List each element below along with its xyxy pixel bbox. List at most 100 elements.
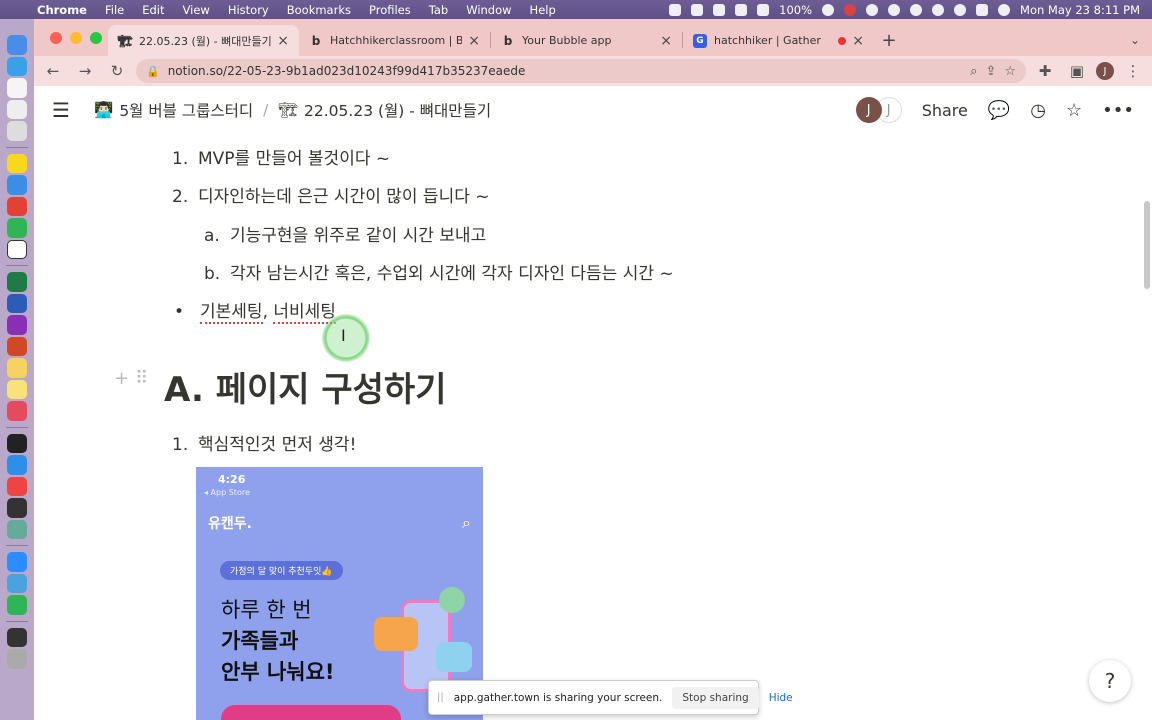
share-button[interactable]: Share (922, 101, 968, 120)
close-tab-icon[interactable]: × (660, 33, 672, 49)
notion-icon[interactable] (7, 239, 27, 259)
url-text[interactable]: notion.so/22-05-23-9b1ad023d10243f99d417… (168, 64, 962, 78)
calendar-icon[interactable] (7, 78, 27, 98)
zoom-icon[interactable] (7, 552, 27, 572)
safari-icon[interactable] (7, 175, 27, 195)
menu-view[interactable]: View (174, 3, 219, 17)
list-text[interactable]: 각자 남는시간 혹은, 수업외 시간에 각자 디자인 다듬는 시간 ~ (230, 264, 674, 284)
powerpoint-icon[interactable] (7, 336, 27, 356)
comments-icon[interactable]: 💬 (988, 100, 1010, 121)
trash-icon[interactable] (7, 649, 27, 669)
stop-sharing-button[interactable]: Stop sharing (672, 686, 759, 709)
spotlight-icon[interactable] (954, 3, 967, 16)
drive-icon[interactable] (713, 3, 726, 16)
chrome-menu-icon[interactable]: ⋮ (1120, 59, 1146, 83)
zoom-icon[interactable]: ⌕ (970, 64, 977, 79)
chrome-icon[interactable] (7, 196, 27, 216)
help-button[interactable]: ? (1089, 660, 1131, 702)
battery-icon[interactable] (757, 3, 770, 16)
stickies-icon[interactable] (7, 379, 27, 399)
history-clock-icon[interactable]: ◷ (1030, 100, 1046, 121)
block-handle[interactable]: +⠿ (114, 368, 154, 389)
drag-handle-icon[interactable]: || (437, 692, 444, 703)
word-icon[interactable] (7, 293, 27, 313)
menu-edit[interactable]: Edit (133, 3, 173, 17)
photo-app-icon[interactable] (7, 401, 27, 421)
recording-icon[interactable] (844, 3, 857, 16)
final-cut-icon[interactable] (7, 433, 27, 453)
menubar-clock[interactable]: Mon May 23 8:11 PM (1020, 3, 1140, 17)
input-source-icon[interactable] (976, 3, 989, 16)
menu-window[interactable]: Window (457, 3, 520, 17)
zoom-window-button[interactable] (90, 32, 102, 44)
extensions-puzzle-icon[interactable]: ✚ (1032, 59, 1058, 83)
profile-avatar[interactable]: J (1096, 62, 1114, 80)
settings-icon[interactable] (7, 121, 27, 141)
list-item[interactable]: a. 기능구현을 위주로 같이 시간 보내고 (204, 221, 486, 246)
tab-gather[interactable]: G hatchhiker | Gather × (683, 25, 874, 56)
address-bar[interactable]: 🔒 notion.so/22-05-23-9b1ad023d10243f99d4… (136, 59, 1026, 83)
glasses-icon[interactable] (822, 3, 835, 16)
minimize-window-button[interactable] (70, 32, 82, 44)
bluetooth-icon[interactable] (888, 3, 901, 16)
messages-icon[interactable] (7, 218, 27, 238)
tab-bubble-classroom[interactable]: b Hatchhikerclassroom | Bubble Ed × (299, 25, 490, 56)
close-tab-icon[interactable]: × (277, 33, 289, 49)
list-item[interactable]: 1. 핵심적인것 먼저 생각! (172, 430, 356, 455)
finder-icon[interactable] (7, 35, 27, 55)
bullet-item[interactable]: • 기본세팅, 너비세팅 (174, 297, 336, 324)
menu-tab[interactable]: Tab (420, 3, 457, 17)
hamburger-menu-icon[interactable]: ☰ (52, 98, 74, 122)
menu-bookmarks[interactable]: Bookmarks (278, 3, 360, 17)
notes-icon[interactable] (7, 358, 27, 378)
list-item[interactable]: 2. 디자인하는데 은근 시간이 많이 듭니다 ~ (172, 182, 490, 207)
avatar[interactable]: J (855, 97, 882, 123)
breadcrumb-current[interactable]: 🏗 22.05.23 (월) - 뼈대만들기 (278, 99, 491, 121)
kakaotalk-icon[interactable] (7, 153, 27, 173)
list-text[interactable]: MVP를 만들어 볼것이다 ~ (198, 149, 390, 169)
terminal-icon[interactable] (7, 627, 27, 647)
reload-button[interactable]: ↻ (104, 59, 130, 83)
menu-file[interactable]: File (96, 3, 133, 17)
excel-icon[interactable] (7, 272, 27, 292)
control-center-icon[interactable] (998, 3, 1011, 16)
forward-button[interactable]: → (72, 59, 98, 83)
list-item[interactable]: 1. MVP를 만들어 볼것이다 ~ (172, 144, 390, 169)
close-tab-icon[interactable]: × (852, 33, 864, 49)
favorite-star-icon[interactable]: ☆ (1066, 100, 1082, 121)
facetime-icon[interactable] (7, 595, 27, 615)
user-icon[interactable] (932, 3, 945, 16)
bullet-text-part[interactable]: 기본세팅 (200, 302, 263, 324)
menu-help[interactable]: Help (521, 3, 565, 17)
tab-search-chevron-icon[interactable]: ⌄ (1130, 33, 1140, 47)
bullet-text-part[interactable]: 너비세팅 (273, 302, 336, 324)
volume-icon[interactable] (866, 3, 879, 16)
typora-icon[interactable] (7, 498, 27, 518)
more-options-icon[interactable]: ••• (1102, 100, 1134, 121)
collaborator-avatars[interactable]: J J (855, 97, 902, 123)
breadcrumb-parent[interactable]: 👨🏻‍💻 5월 버블 그룹스터디 (94, 99, 253, 121)
preview-icon[interactable] (7, 573, 27, 593)
scrollbar-thumb[interactable] (1144, 201, 1150, 289)
list-item[interactable]: b. 각자 남는시간 혹은, 수업외 시간에 각자 디자인 다듬는 시간 ~ (204, 259, 674, 284)
back-button[interactable]: ← (40, 59, 66, 83)
side-panel-icon[interactable]: ▣ (1064, 59, 1090, 83)
wifi-icon[interactable] (910, 3, 923, 16)
menu-history[interactable]: History (219, 3, 278, 17)
camera-icon[interactable] (691, 3, 704, 16)
menu-profiles[interactable]: Profiles (360, 3, 420, 17)
script-icon[interactable] (735, 3, 748, 16)
list-text[interactable]: 디자인하는데 은근 시간이 많이 듭니다 ~ (198, 187, 490, 207)
tab-notion[interactable]: 🏗 22.05.23 (월) - 뼈대만들기 × (108, 25, 299, 56)
bookmark-star-icon[interactable]: ☆ (1004, 64, 1016, 79)
close-tab-icon[interactable]: × (468, 33, 480, 49)
close-window-button[interactable] (50, 32, 62, 44)
list-text[interactable]: 기능구현을 위주로 같이 시간 보내고 (230, 226, 486, 246)
new-tab-button[interactable]: + (874, 25, 904, 56)
xcode-icon[interactable] (7, 455, 27, 475)
onenote-icon[interactable] (7, 315, 27, 335)
hide-button[interactable]: Hide (769, 692, 793, 704)
section-heading[interactable]: A. 페이지 구성하기 (164, 362, 447, 411)
instruments-icon[interactable] (7, 519, 27, 539)
stop-record-icon[interactable] (669, 3, 682, 16)
